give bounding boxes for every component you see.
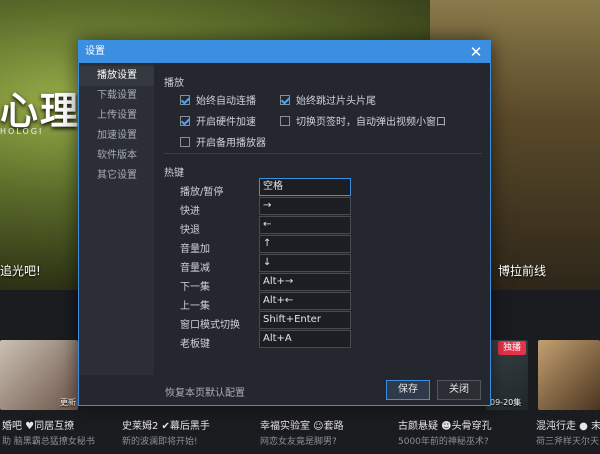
hotkey-label-window-mode: 窗口模式切换 bbox=[180, 320, 240, 331]
video-subtitle: 5000年前的神秘巫术? bbox=[398, 437, 489, 447]
checkbox-box[interactable] bbox=[280, 115, 290, 126]
hotkey-label-next-episode: 下一集 bbox=[180, 282, 210, 293]
video-subtitle: 助 脑黑霸总猛撩女秘书 bbox=[2, 437, 95, 447]
hotkey-label-rewind: 快退 bbox=[180, 225, 200, 236]
hero-caption-left[interactable]: 追光吧! bbox=[0, 262, 41, 279]
dialog-footer: 恢复本页默认配置 保存 关闭 bbox=[79, 375, 490, 405]
checkbox-mini-window[interactable]: 切换页签时，自动弹出视频小窗口 bbox=[280, 113, 446, 128]
checkbox-box[interactable] bbox=[280, 94, 290, 105]
save-button[interactable]: 保存 bbox=[386, 380, 430, 400]
video-title[interactable]: 古颜悬疑 ☻头骨穿孔 bbox=[398, 417, 492, 432]
hotkey-input-rewind[interactable]: ← bbox=[259, 216, 351, 234]
section-title-hotkeys: 热键 bbox=[164, 168, 184, 179]
hotkey-input-prev-episode[interactable]: Alt+← bbox=[259, 292, 351, 310]
sidebar-item-download[interactable]: 下载设置 bbox=[79, 86, 154, 106]
hotkey-label-play-pause: 播放/暂停 bbox=[180, 187, 224, 198]
hotkey-label-volume-up: 音量加 bbox=[180, 244, 210, 255]
checkbox-label: 始终跳过片头片尾 bbox=[296, 96, 376, 107]
video-title[interactable]: 婚吧 ♥同居互撩 bbox=[2, 417, 74, 432]
checkbox-label: 开启硬件加速 bbox=[196, 117, 256, 128]
hero-caption-right[interactable]: 博拉前线 bbox=[498, 262, 546, 279]
sidebar-item-other[interactable]: 其它设置 bbox=[79, 166, 154, 186]
hotkey-input-play-pause[interactable]: 空格 bbox=[259, 178, 351, 196]
settings-content: 播放 始终自动连播 始终跳过片头片尾 开启硬件加速 切换页签时，自动弹出视频小窗… bbox=[164, 63, 484, 375]
section-title-playback: 播放 bbox=[164, 78, 184, 89]
hotkey-input-forward[interactable]: → bbox=[259, 197, 351, 215]
checkbox-auto-play[interactable]: 始终自动连播 bbox=[180, 92, 256, 107]
hero-subtitle: HOLOGI bbox=[0, 127, 44, 136]
checkbox-box[interactable] bbox=[180, 136, 190, 147]
dialog-title: 设置 bbox=[85, 46, 105, 57]
hotkey-input-volume-down[interactable]: ↓ bbox=[259, 254, 351, 272]
hotkey-input-boss-key[interactable]: Alt+A bbox=[259, 330, 351, 348]
checkbox-label: 切换页签时，自动弹出视频小窗口 bbox=[296, 117, 446, 128]
video-card-thumbnail[interactable] bbox=[538, 340, 600, 410]
card-episodes-tag: 09-20集 bbox=[490, 398, 522, 407]
checkbox-box[interactable] bbox=[180, 115, 190, 126]
video-title-row: 婚吧 ♥同居互撩 助 脑黑霸总猛撩女秘书 史莱姆2 ✔幕后黑手 新的波澜即将开始… bbox=[0, 414, 600, 454]
hotkey-input-window-mode[interactable]: Shift+Enter bbox=[259, 311, 351, 329]
checkbox-backup-player[interactable]: 开启备用播放器 bbox=[180, 134, 266, 149]
sidebar-item-acceleration[interactable]: 加速设置 bbox=[79, 126, 154, 146]
sidebar-item-version[interactable]: 软件版本 bbox=[79, 146, 154, 166]
sidebar-item-upload[interactable]: 上传设置 bbox=[79, 106, 154, 126]
checkbox-hardware-acceleration[interactable]: 开启硬件加速 bbox=[180, 113, 256, 128]
checkbox-label: 始终自动连播 bbox=[196, 96, 256, 107]
checkbox-label: 开启备用播放器 bbox=[196, 138, 266, 149]
video-title[interactable]: 幸福实验室 ☺套路 bbox=[260, 417, 344, 432]
settings-sidebar: 播放设置 下载设置 上传设置 加速设置 软件版本 其它设置 bbox=[79, 63, 154, 375]
card-update-tag: 更新 bbox=[60, 398, 76, 407]
video-title[interactable]: 混沌行走 ● 末 bbox=[536, 417, 600, 432]
dialog-titlebar[interactable]: 设置 ✕ bbox=[79, 41, 490, 63]
hotkey-label-prev-episode: 上一集 bbox=[180, 301, 210, 312]
exclusive-badge: 独播 bbox=[498, 341, 526, 355]
checkbox-box[interactable] bbox=[180, 94, 190, 105]
settings-dialog: 设置 ✕ 播放设置 下载设置 上传设置 加速设置 软件版本 其它设置 播放 始终… bbox=[78, 40, 491, 406]
hotkey-label-boss-key: 老板键 bbox=[180, 339, 210, 350]
sidebar-item-playback[interactable]: 播放设置 bbox=[79, 66, 154, 86]
section-divider bbox=[164, 153, 482, 154]
hotkey-input-volume-up[interactable]: ↑ bbox=[259, 235, 351, 253]
hotkey-label-volume-down: 音量减 bbox=[180, 263, 210, 274]
restore-defaults-link[interactable]: 恢复本页默认配置 bbox=[165, 384, 245, 399]
hotkey-label-forward: 快进 bbox=[180, 206, 200, 217]
video-title[interactable]: 史莱姆2 ✔幕后黑手 bbox=[122, 417, 210, 432]
hotkey-input-next-episode[interactable]: Alt+→ bbox=[259, 273, 351, 291]
close-button[interactable]: 关闭 bbox=[437, 380, 481, 400]
video-subtitle: 荷三斧样天尔天 bbox=[536, 437, 600, 447]
checkbox-skip-intro[interactable]: 始终跳过片头片尾 bbox=[280, 92, 376, 107]
video-subtitle: 网恋女友竟是脚男? bbox=[260, 437, 337, 447]
video-subtitle: 新的波澜即将开始! bbox=[122, 437, 198, 447]
close-icon[interactable]: ✕ bbox=[468, 43, 484, 61]
